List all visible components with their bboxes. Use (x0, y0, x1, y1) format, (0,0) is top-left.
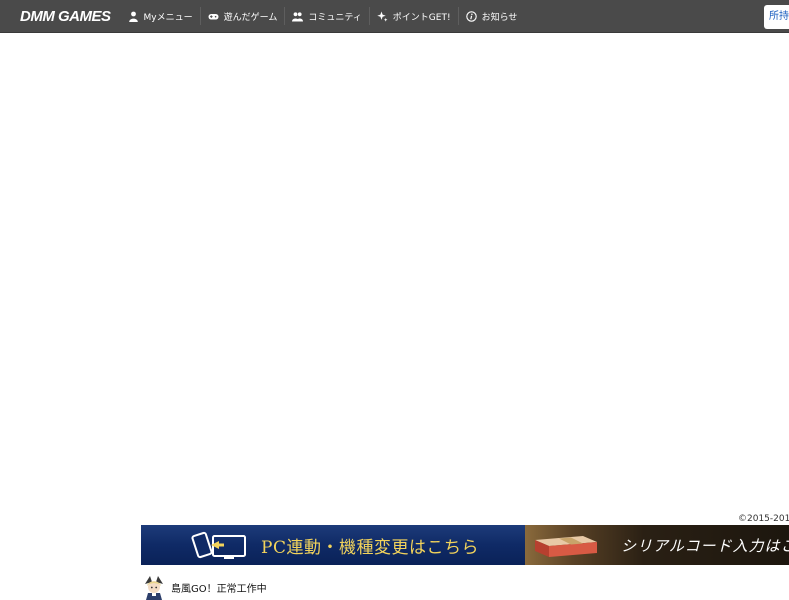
dmm-games-logo[interactable]: DMM GAMES (20, 8, 111, 25)
nav-item-notices[interactable]: お知らせ (459, 0, 525, 32)
gamepad-icon (208, 11, 219, 22)
device-sync-icon (191, 531, 246, 559)
info-icon (465, 10, 477, 22)
nav-item-my-menu[interactable]: Myメニュー (121, 0, 200, 32)
pc-link-banner-text: PC連動・機種変更はこちら (261, 537, 479, 558)
top-nav-bar: DMM GAMES Myメニュー 遊んだゲーム コミュニティ ポイントGET! … (0, 0, 789, 33)
nav-label-points-get: ポイントGET! (392, 12, 451, 23)
status-text: 島風GO！正常工作中 (171, 583, 267, 595)
copyright-text: ©2015-201 (738, 514, 789, 524)
serial-code-banner-text: シリアルコード入力はこ (621, 537, 789, 555)
user-icon (128, 11, 139, 22)
nav-label-community: コミュニティ (308, 12, 362, 23)
nav-label-my-menu: Myメニュー (143, 12, 193, 23)
nav-label-notices: お知らせ (481, 12, 518, 23)
status-line: 島風GO！正常工作中 (141, 574, 267, 600)
nav-item-community[interactable]: コミュニティ (285, 0, 368, 32)
nav-label-played-games: 遊んだゲーム (223, 12, 278, 23)
gift-box-icon (535, 536, 597, 557)
nav-item-points-get[interactable]: ポイントGET! (370, 0, 458, 32)
character-avatar-icon (145, 576, 163, 600)
points-balance-button[interactable]: 所持 (764, 5, 789, 29)
serial-code-banner[interactable]: シリアルコード入力はこ (525, 525, 789, 565)
community-icon (292, 11, 304, 22)
nav-menu: Myメニュー 遊んだゲーム コミュニティ ポイントGET! お知らせ (121, 0, 525, 32)
pc-link-banner[interactable]: PC連動・機種変更はこちら (141, 525, 525, 565)
nav-item-played-games[interactable]: 遊んだゲーム (201, 0, 285, 32)
sparkle-icon (377, 11, 388, 22)
